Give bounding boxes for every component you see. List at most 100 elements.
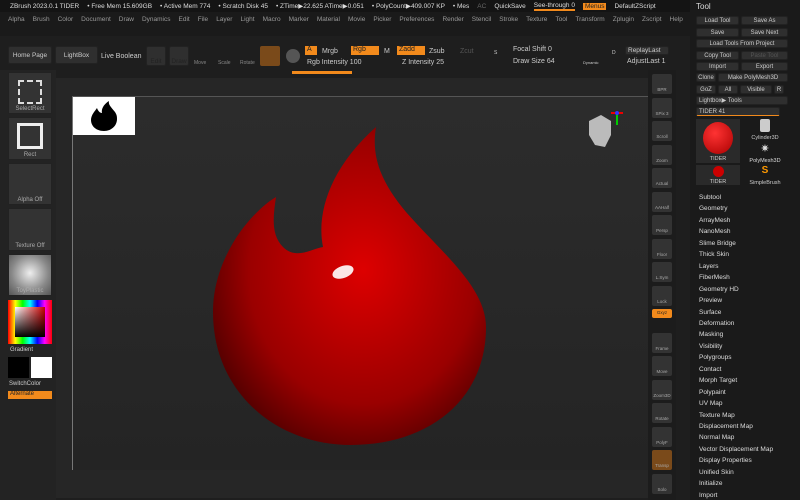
subpalette-unified-skin[interactable]: Unified Skin: [699, 469, 734, 476]
live-boolean-button[interactable]: Live Boolean: [101, 53, 141, 60]
menu-draw[interactable]: Draw: [119, 16, 134, 23]
tool-slider[interactable]: TIDER 41: [696, 107, 780, 116]
rotate-button[interactable]: Rotate: [240, 60, 255, 66]
gradient-label[interactable]: Gradient: [10, 347, 33, 353]
subpalette-preview[interactable]: Preview: [699, 297, 722, 304]
subpalette-subtool[interactable]: Subtool: [699, 194, 721, 201]
load-tool-button[interactable]: Load Tool: [696, 16, 739, 25]
brush-icon[interactable]: [260, 46, 280, 66]
material-sphere-icon[interactable]: [286, 49, 300, 63]
menu-dynamics[interactable]: Dynamics: [142, 16, 171, 23]
solo-button[interactable]: Solo: [652, 473, 672, 494]
tool-thumb-tider-small[interactable]: TIDER: [696, 165, 740, 185]
subpalette-morph-target[interactable]: Morph Target: [699, 377, 737, 384]
red-3d-model[interactable]: [211, 127, 491, 447]
subpalette-displacement-map[interactable]: Displacement Map: [699, 423, 753, 430]
menu-document[interactable]: Document: [81, 16, 111, 23]
subpalette-vector-displacement-map[interactable]: Vector Displacement Map: [699, 446, 773, 453]
menu-macro[interactable]: Macro: [263, 16, 281, 23]
make-polymesh3d-button[interactable]: Make PolyMesh3D: [718, 73, 788, 82]
secondary-color-swatch[interactable]: [31, 357, 52, 378]
floor-button[interactable]: Floor: [652, 238, 672, 259]
quicksave-button[interactable]: QuickSave: [494, 3, 525, 10]
zadd-button[interactable]: Zadd: [397, 46, 425, 55]
a-button[interactable]: A: [305, 46, 317, 55]
scroll-button[interactable]: Scroll: [652, 121, 672, 141]
subpalette-polypaint[interactable]: Polypaint: [699, 389, 726, 396]
persp-button[interactable]: Persp: [652, 215, 672, 235]
subpalette-import[interactable]: Import: [699, 492, 717, 499]
paste-tool-button[interactable]: Paste Tool: [741, 51, 788, 60]
z-intensity-slider[interactable]: Z Intensity 25: [402, 59, 444, 66]
menu-edit[interactable]: Edit: [179, 16, 190, 23]
save-button[interactable]: Save: [696, 28, 739, 37]
adjust-last-slider[interactable]: AdjustLast 1: [627, 58, 666, 65]
alpha-button[interactable]: Alpha Off: [8, 163, 52, 205]
tool-thumb-tider[interactable]: TIDER: [696, 119, 740, 163]
menu-help[interactable]: Help: [670, 16, 683, 23]
frame-button[interactable]: Frame: [652, 332, 672, 353]
scale-button[interactable]: Scale: [218, 60, 231, 66]
zoom-button[interactable]: Zoom: [652, 144, 672, 165]
move-button[interactable]: Move: [194, 60, 206, 66]
all-button[interactable]: All: [718, 85, 738, 94]
subpalette-fibermesh[interactable]: FiberMesh: [699, 274, 730, 281]
goz-button[interactable]: GoZ: [696, 85, 716, 94]
menu-movie[interactable]: Movie: [348, 16, 365, 23]
actual-button[interactable]: Actual: [652, 168, 672, 188]
menu-alpha[interactable]: Alpha: [8, 16, 25, 23]
menu-marker[interactable]: Marker: [289, 16, 309, 23]
menu-zplugin[interactable]: Zplugin: [613, 16, 634, 23]
menu-tool[interactable]: Tool: [555, 16, 567, 23]
subpalette-uv-map[interactable]: UV Map: [699, 400, 722, 407]
subpalette-geometry[interactable]: Geometry: [699, 205, 728, 212]
menu-stroke[interactable]: Stroke: [499, 16, 518, 23]
edit-button[interactable]: Edit: [146, 46, 166, 66]
menu-color[interactable]: Color: [58, 16, 74, 23]
menu-zscript[interactable]: Zscript: [642, 16, 662, 23]
canvas[interactable]: [72, 96, 648, 470]
menu-stencil[interactable]: Stencil: [472, 16, 492, 23]
lightbox-tools-button[interactable]: Lightbox▶ Tools: [696, 96, 788, 105]
gxyz-button[interactable]: Gxyz: [652, 309, 672, 318]
menu-material[interactable]: Material: [317, 16, 340, 23]
zcut-button[interactable]: Zcut: [460, 48, 474, 55]
load-tools-from-project-button[interactable]: Load Tools From Project: [696, 39, 788, 48]
see-through-slider[interactable]: See-through 0: [533, 2, 575, 11]
primary-color-swatch[interactable]: [8, 357, 29, 378]
focal-shift-slider[interactable]: Focal Shift 0: [513, 46, 552, 53]
draw-button[interactable]: Draw: [169, 46, 189, 66]
bpr-button[interactable]: BPR: [652, 74, 672, 94]
subpalette-geometry-hd[interactable]: Geometry HD: [699, 286, 739, 293]
menu-render[interactable]: Render: [442, 16, 463, 23]
menu-transform[interactable]: Transform: [575, 16, 604, 23]
menu-light[interactable]: Light: [240, 16, 254, 23]
rgb-button[interactable]: Rgb: [351, 46, 379, 55]
subpalette-initialize[interactable]: Initialize: [699, 480, 722, 487]
subpalette-polygroups[interactable]: Polygroups: [699, 354, 732, 361]
subpalette-surface[interactable]: Surface: [699, 309, 721, 316]
subpalette-deformation[interactable]: Deformation: [699, 320, 734, 327]
rotate-button[interactable]: Rotate: [652, 403, 672, 423]
texture-button[interactable]: Texture Off: [8, 208, 52, 251]
copy-tool-button[interactable]: Copy Tool: [696, 51, 739, 60]
menu-brush[interactable]: Brush: [33, 16, 50, 23]
tool-thumb-simplebrush[interactable]: S SimpleBrush: [742, 165, 788, 186]
zoom3d-button[interactable]: Zoom3D: [652, 379, 672, 400]
menu-texture[interactable]: Texture: [526, 16, 547, 23]
rgb-intensity-slider[interactable]: Rgb Intensity 100: [307, 59, 361, 66]
aahalf-button[interactable]: AAHalf: [652, 191, 672, 212]
selectrect-button[interactable]: SelectRect: [8, 72, 52, 114]
alternate-button[interactable]: Alternate: [8, 391, 52, 399]
save-as-button[interactable]: Save As: [741, 16, 788, 25]
subpalette-normal-map[interactable]: Normal Map: [699, 434, 734, 441]
d-icon[interactable]: D: [612, 50, 616, 56]
visible-button[interactable]: Visible: [740, 85, 772, 94]
subpalette-arraymesh[interactable]: ArrayMesh: [699, 217, 730, 224]
transp-button[interactable]: Transp: [652, 450, 672, 470]
subpalette-layers[interactable]: Layers: [699, 263, 719, 270]
menu-file[interactable]: File: [198, 16, 208, 23]
l-sym-button[interactable]: L.Sym: [652, 262, 672, 282]
default-zscript-button[interactable]: DefaultZScript: [614, 3, 655, 10]
color-picker[interactable]: [8, 300, 52, 344]
